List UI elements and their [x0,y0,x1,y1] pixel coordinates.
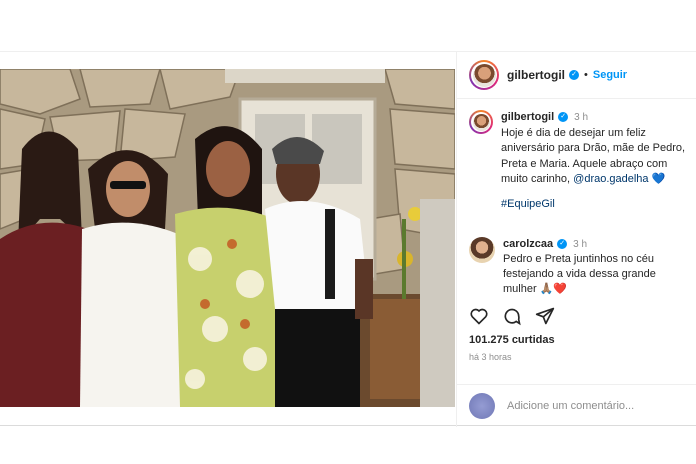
post-caption: gilbertogil ✓ 3 h Hoje é dia de desejar um… [469,110,691,212]
heart-icon[interactable] [469,306,489,331]
comment-item: carolzcaa ✓ 3 h Pedro e Preta juntinhos no… [469,237,691,297]
instagram-post-page: gilbertogil ✓ • Seguir gilbertogil ✓ 3 h H… [0,0,696,464]
post-photo-image [0,69,455,407]
likes-count[interactable]: 101.275 curtidas [469,334,555,346]
caption-time[interactable]: 3 h [574,112,588,123]
author-username[interactable]: gilbertogil [507,68,565,82]
separator-dot: • [584,69,588,81]
verified-icon: ✓ [558,112,569,123]
add-comment-bar [457,384,696,426]
caption-mention[interactable]: @drao.gadelha [573,173,648,185]
post-photo[interactable] [0,69,455,407]
comment-time[interactable]: 3 h [573,239,587,250]
commenter-avatar[interactable] [469,237,495,263]
caption-hashtag[interactable]: #EquipeGil [501,197,691,213]
blue-heart-emoji: 💙 [651,173,666,185]
comment-emoji: 🙏🏽❤️ [539,283,568,295]
follow-button[interactable]: Seguir [593,69,627,81]
post-timestamp[interactable]: há 3 horas [469,352,512,362]
share-icon[interactable] [535,306,555,331]
comment-body: carolzcaa ✓ 3 h Pedro e Preta juntinhos no… [503,237,691,297]
verified-icon: ✓ [557,239,568,250]
verified-icon: ✓ [569,70,579,80]
author-avatar[interactable] [469,60,499,90]
caption-body: gilbertogil ✓ 3 h Hoje é dia de desejar um… [501,110,691,212]
post-header: gilbertogil ✓ • Seguir [457,52,696,99]
post-sidebar: gilbertogil ✓ • Seguir gilbertogil ✓ 3 h H… [456,52,696,427]
current-user-avatar [469,392,495,419]
comment-text: Pedro e Preta juntinhos no céu festejand… [503,253,656,295]
comment-input[interactable] [507,399,687,412]
post-card: gilbertogil ✓ • Seguir gilbertogil ✓ 3 h H… [0,51,696,427]
post-actions [469,307,691,329]
caption-avatar[interactable] [469,110,493,134]
caption-meta: gilbertogil ✓ 3 h [501,110,691,126]
comment-username[interactable]: carolzcaa [503,238,553,250]
caption-username[interactable]: gilbertogil [501,111,554,123]
comment-icon[interactable] [502,306,522,331]
